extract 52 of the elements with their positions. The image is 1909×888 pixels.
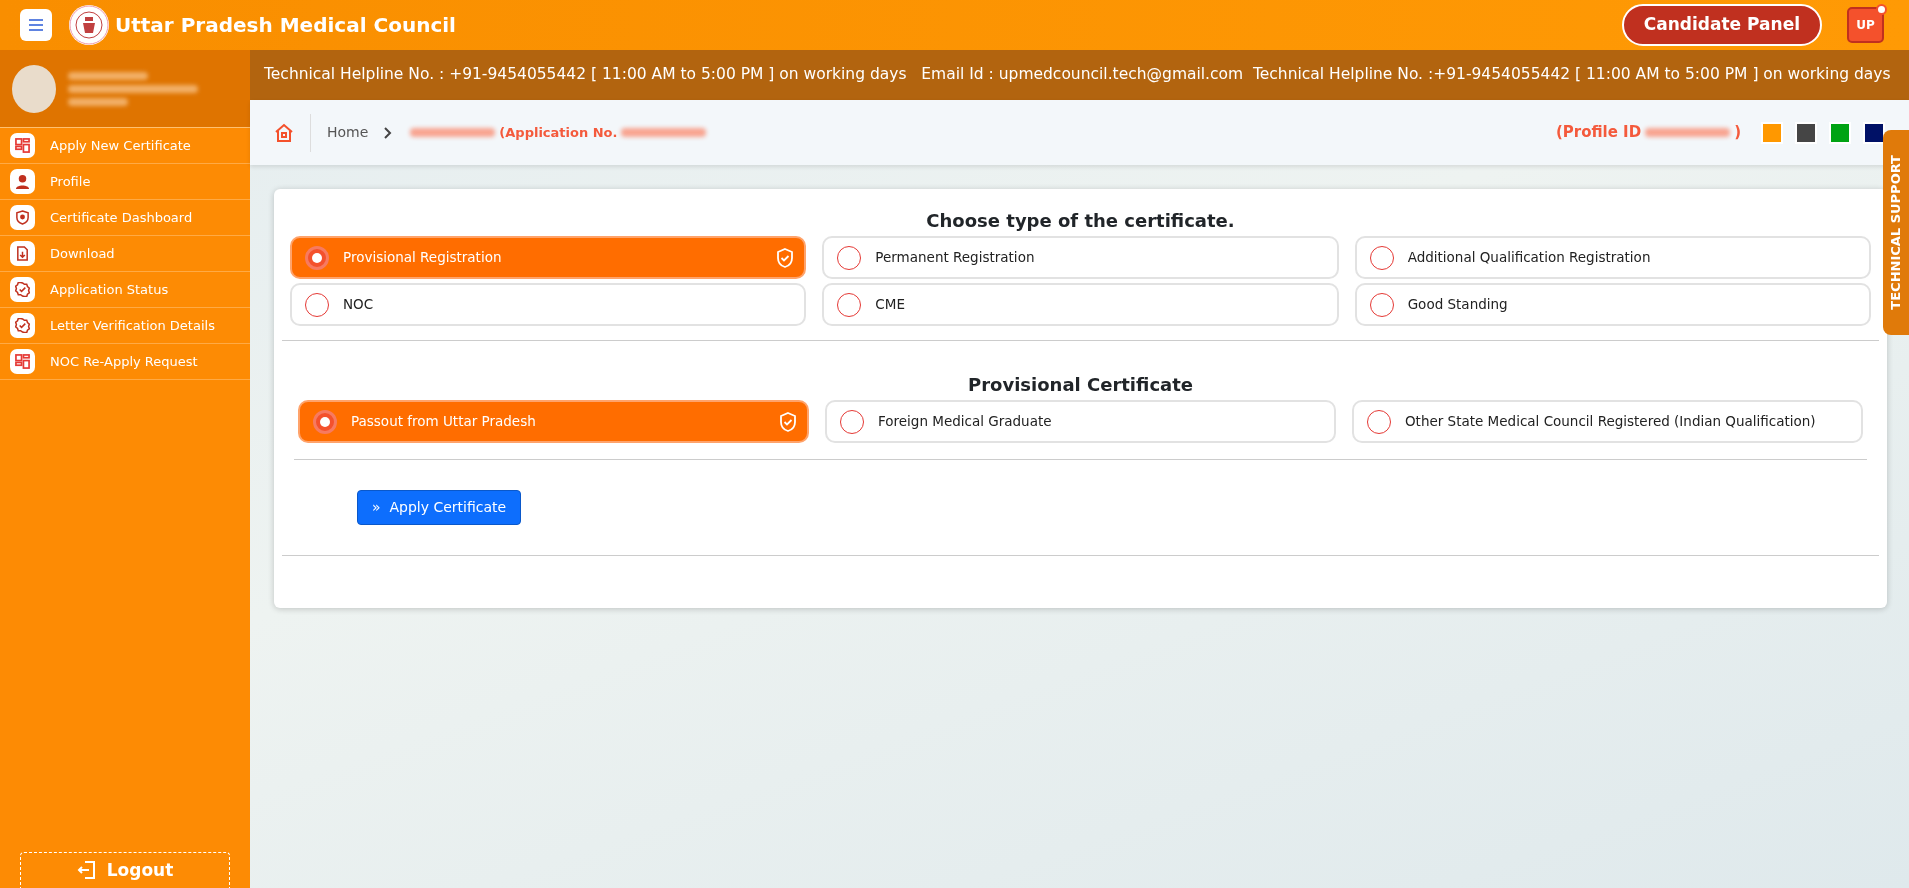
certificate-option[interactable]: Other State Medical Council Registered (Indian Qualification) xyxy=(1351,400,1863,443)
radio-icon xyxy=(305,245,329,270)
menu-button[interactable] xyxy=(20,9,52,41)
home-link[interactable]: Home xyxy=(327,122,369,143)
certificate-option[interactable]: Additional Qualification Registration xyxy=(1354,236,1871,279)
grid-icon xyxy=(10,133,35,158)
certificate-option[interactable]: Passout from Uttar Pradesh xyxy=(298,400,809,443)
apply-certificate-button[interactable]: » Apply Certificate xyxy=(357,490,522,525)
sidebar-item[interactable]: Download xyxy=(0,236,250,272)
menu-icon xyxy=(29,19,43,31)
site-title: Uttar Pradesh Medical Council xyxy=(115,12,456,39)
grid-icon xyxy=(10,349,35,374)
file-download-icon xyxy=(10,241,35,266)
radio-icon xyxy=(313,409,337,434)
sidebar-item[interactable]: Letter Verification Details xyxy=(0,308,250,344)
redacted-text xyxy=(68,97,128,106)
check-badge-icon xyxy=(10,313,35,338)
logout-button[interactable]: Logout xyxy=(20,851,230,888)
certificate-option[interactable]: NOC xyxy=(290,283,807,326)
certificate-option[interactable]: Good Standing xyxy=(1354,283,1871,326)
logout-icon xyxy=(76,860,97,881)
theme-swatch[interactable] xyxy=(1761,121,1783,144)
avatar-placeholder xyxy=(12,64,56,113)
chevron-icon xyxy=(382,126,393,139)
sidebar-item[interactable]: Application Status xyxy=(0,272,250,308)
theme-swatch[interactable] xyxy=(1795,121,1817,144)
technical-support-tab[interactable]: TECHNICAL SUPPORT xyxy=(1883,130,1909,335)
application-number: (Application No. xyxy=(499,123,618,142)
sidebar-item[interactable]: Apply New Certificate xyxy=(0,128,250,164)
certificate-option[interactable]: Foreign Medical Graduate xyxy=(825,400,1336,443)
certificate-option[interactable]: CME xyxy=(822,283,1339,326)
shield-icon xyxy=(10,205,35,230)
person-icon xyxy=(10,169,35,194)
certificate-option[interactable]: Provisional Registration xyxy=(290,236,807,279)
candidate-panel-button[interactable]: Candidate Panel xyxy=(1621,4,1822,46)
sidebar-item[interactable]: Certificate Dashboard xyxy=(0,200,250,236)
shield-check-icon xyxy=(779,411,797,432)
check-badge-icon xyxy=(10,277,35,302)
profile-id: (Profile ID xyxy=(1555,122,1642,144)
section-title: Choose type of the certificate. xyxy=(925,209,1236,233)
sidebar-item[interactable]: Profile xyxy=(0,164,250,200)
home-icon[interactable] xyxy=(274,122,294,143)
certificate-option[interactable]: Permanent Registration xyxy=(822,236,1339,279)
user-badge[interactable]: UP xyxy=(1847,7,1884,43)
council-emblem-icon xyxy=(69,5,109,45)
shield-check-icon xyxy=(776,247,795,268)
sidebar-item[interactable]: NOC Re-Apply Request xyxy=(0,344,250,380)
theme-swatch[interactable] xyxy=(1829,121,1851,144)
profile-id-end: ) xyxy=(1734,122,1741,144)
helpline-ticker: Technical Helpline No. : +91-9454055442 [ 11:00 AM to 5:00 PM ] on working days Email Id : upmedcouncil.tech@gmail.com Technical Helpline No. :+91-9454055442 [ 11:00 AM to 5:00 PM ] on working days xyxy=(250,50,1909,100)
theme-swatch[interactable] xyxy=(1863,121,1885,144)
section-title: Provisional Certificate xyxy=(967,373,1194,397)
